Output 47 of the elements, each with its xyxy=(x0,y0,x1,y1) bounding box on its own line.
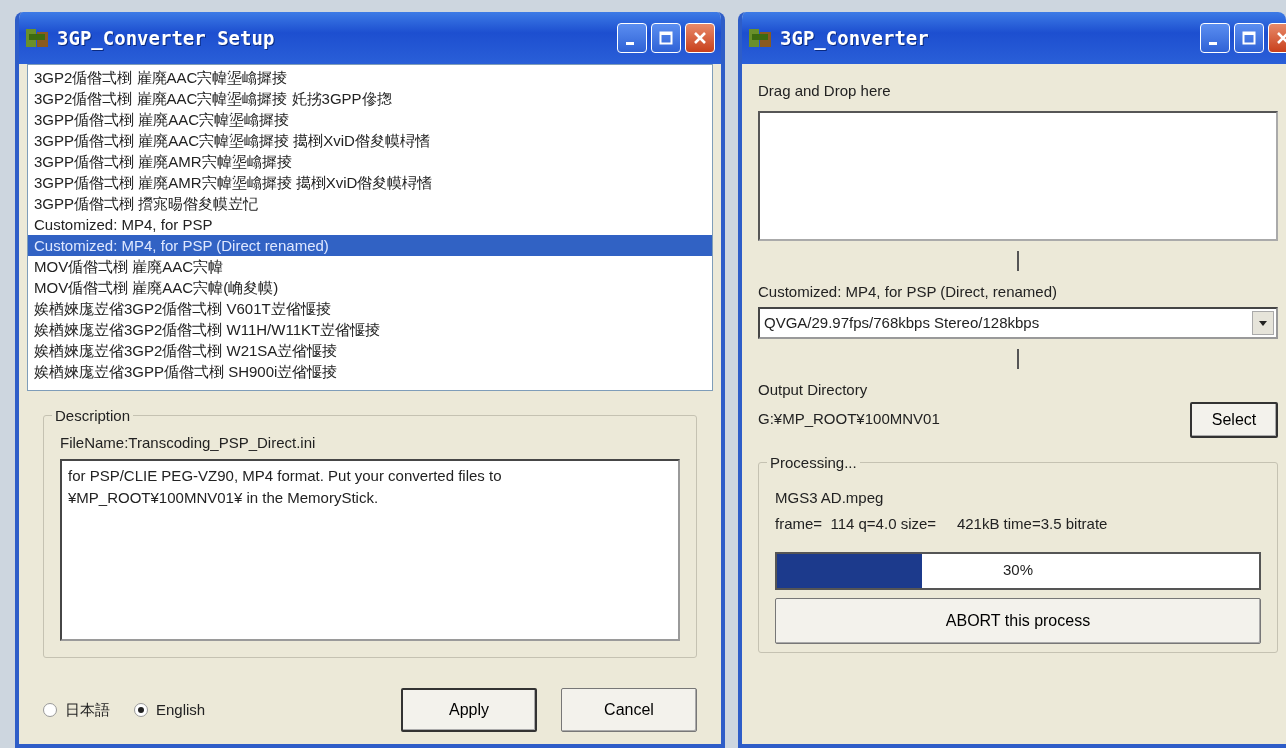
progress-stats: frame= 114 q=4.0 size= 421kB time=3.5 bitrate xyxy=(775,514,1109,534)
quality-dropdown[interactable]: QVGA/29.97fps/768kbps Stereo/128kbps xyxy=(758,307,1278,339)
dialog-button[interactable]: Apply xyxy=(401,688,537,732)
app-icon xyxy=(748,26,772,50)
progress-percent: 30% xyxy=(1003,560,1033,581)
maximize-button[interactable] xyxy=(651,23,681,53)
preset-item[interactable]: MOV偱偺弌椡 嵟廃AAC宍幃 xyxy=(28,256,712,277)
preset-item[interactable]: 娭楢婡庬岦偗3GPP偱偺弌椡 SH900i岦偗愝掕 xyxy=(28,361,712,382)
preset-item[interactable]: 3GPP偱偺弌椡 嵟廃AMR宍幃埿嶖摨掕 xyxy=(28,151,712,172)
maximize-icon xyxy=(1242,31,1256,45)
minimize-icon xyxy=(1209,41,1217,45)
preset-item[interactable]: 3GPP偱偺弌椡 嵟廃AAC宍幃埿嶖摨掕 擖椡XviD偺夋幙桪愭 xyxy=(28,130,712,151)
window-title: 3GP_Converter xyxy=(780,25,930,52)
app-icon xyxy=(25,26,49,50)
preset-item[interactable]: 3GP2偱偺弌椡 嵟廃AAC宍幃埿嶖摨掕 xyxy=(28,67,712,88)
preset-item[interactable]: MOV偱偺弌椡 嵟廃AAC宍幃(崅夋幙) xyxy=(28,277,712,298)
close-icon xyxy=(1276,31,1286,45)
file-name: FileName:Transcoding_PSP_Direct.ini xyxy=(60,433,317,453)
preset-item[interactable]: Customized: MP4, for PSP xyxy=(28,214,712,235)
minimize-button[interactable] xyxy=(1200,23,1230,53)
preset-label: Customized: MP4, for PSP (Direct, renamed) xyxy=(758,281,1058,302)
output-label: Output Directory xyxy=(758,380,869,400)
maximize-icon xyxy=(659,31,673,45)
preset-item[interactable]: 娭楢婡庬岦偗3GP2偱偺弌椡 V601T岦偗愝掕 xyxy=(28,298,712,319)
maximize-button[interactable] xyxy=(1234,23,1264,53)
close-icon xyxy=(693,31,707,45)
preset-item[interactable]: 娭楢婡庬岦偗3GP2偱偺弌椡 W11H/W11KT岦偗愝掕 xyxy=(28,319,712,340)
file-name: MGS3 AD.mpeg xyxy=(775,487,885,508)
output-path: G:¥MP_ROOT¥100MNV01 xyxy=(758,409,940,430)
preset-item[interactable]: 3GP2偱偺弌椡 嵟廃AAC宍幃埿嶖摨掕 奼挘3GPP傪揔 xyxy=(28,88,712,109)
preset-item[interactable]: 3GPP偱偺弌椡 嵟廃AAC宍幃埿嶖摨掕 xyxy=(28,109,712,130)
description-box: for PSP/CLIE PEG-VZ90, MP4 format. Put your converted files to ¥MP_ROOT¥100MNV01¥ in the MemoryStick. xyxy=(60,458,680,641)
minimize-icon xyxy=(626,41,634,45)
preset-item[interactable]: 3GPP偱偺弌椡 攚宨晹偺夋幙岦忋 xyxy=(28,193,712,214)
abort-button[interactable]: ABORT this process xyxy=(775,597,1261,644)
language-radio[interactable]: English xyxy=(134,698,206,722)
minimize-button[interactable] xyxy=(617,23,647,53)
drop-label: Drag and Drop here xyxy=(758,81,892,101)
preset-item[interactable]: 娭楢婡庬岦偗3GP2偱偺弌椡 W21SA岦偗愝掕 xyxy=(28,340,712,361)
close-button[interactable] xyxy=(685,23,715,53)
dialog-button[interactable]: Cancel xyxy=(561,688,697,732)
language-radio[interactable]: 日本語 xyxy=(43,698,110,722)
caret-icon xyxy=(1258,319,1268,327)
preset-item[interactable]: 3GPP偱偺弌椡 嵟廃AMR宍幃埿嶖摨掕 擖椡XviD偺夋幙桪愭 xyxy=(28,172,712,193)
preset-item[interactable]: Customized: MP4, for PSP (Direct renamed) xyxy=(28,235,712,256)
select-button[interactable]: Select xyxy=(1190,401,1278,438)
window-title: 3GP_Converter Setup xyxy=(57,25,276,52)
